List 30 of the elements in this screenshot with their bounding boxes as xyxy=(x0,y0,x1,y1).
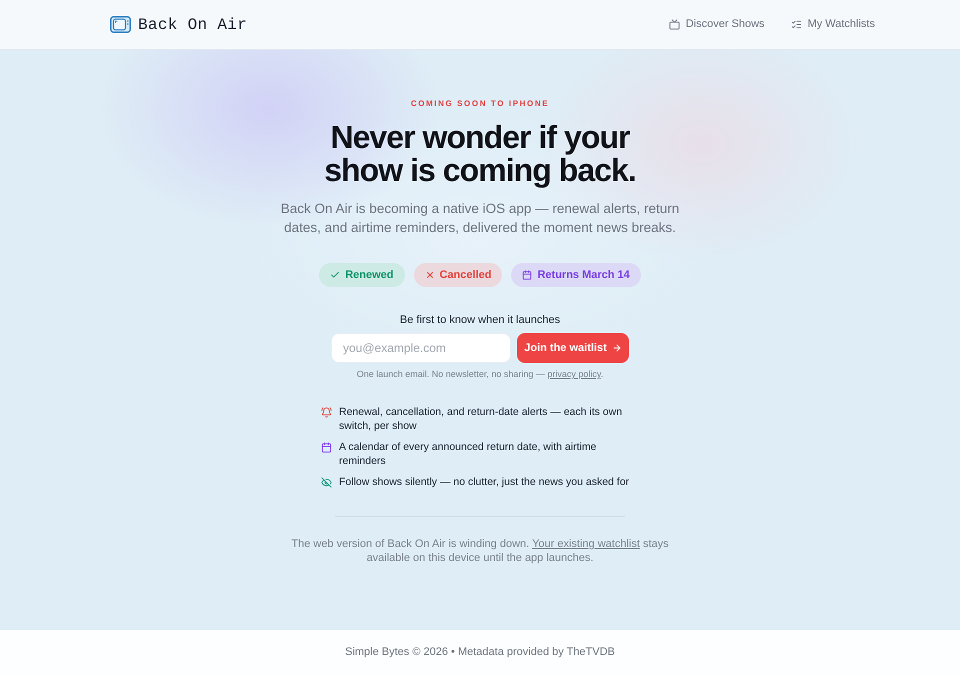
join-waitlist-button[interactable]: Join the waitlist xyxy=(517,333,629,363)
hero-title: Never wonder if your show is coming back. xyxy=(323,121,637,187)
waitlist-note: One launch email. No newsletter, no sharing — privacy policy. xyxy=(356,368,604,380)
arrow-right-icon xyxy=(612,343,622,353)
calendar-icon xyxy=(321,442,332,452)
checklist-icon xyxy=(790,19,802,30)
nav-link[interactable]: Discover Shows xyxy=(668,16,765,33)
hero-subtitle: Back On Air is becoming a native iOS app — renewal alerts, return dates, and airtime reminders, delivered the moment news breaks. xyxy=(280,200,680,236)
notice-text: The web version of Back On Air is winding down. Your existing watchlist stays available on this device until the app launches. xyxy=(290,538,670,565)
status-chip: Renewed xyxy=(319,263,404,287)
nav-link[interactable]: My Watchlists xyxy=(790,16,875,33)
check-icon xyxy=(330,270,340,280)
watchlist-link[interactable]: Your existing watchlist xyxy=(532,538,640,550)
tv-icon xyxy=(668,19,680,30)
privacy-policy-link[interactable]: privacy policy xyxy=(547,369,601,379)
home-logo-link[interactable]: Back On Air xyxy=(110,12,248,36)
feature-text: Renewal, cancellation, and return-date alerts — each its own switch, per show xyxy=(339,405,624,433)
footer-text: Simple Bytes © 2026 • Metadata provided by TheTVDB xyxy=(345,645,615,660)
status-chip: Returns March 14 xyxy=(511,263,641,287)
cross-icon xyxy=(424,270,434,280)
eye-off-icon xyxy=(321,476,332,488)
calendar-icon xyxy=(522,270,532,280)
tv-logo-icon xyxy=(110,16,131,33)
bell-icon xyxy=(321,406,332,418)
waitlist-label: Be first to know when it launches xyxy=(400,313,560,327)
status-chip: Cancelled xyxy=(414,263,502,287)
feature-text: A calendar of every announced return date, with airtime reminders xyxy=(339,440,598,468)
feature-text: Follow shows silently — no clutter, just the news you asked for xyxy=(339,475,630,489)
eyebrow-text: COMING SOON TO IPHONE xyxy=(410,99,550,109)
email-input[interactable]: you@example.com xyxy=(331,333,511,363)
